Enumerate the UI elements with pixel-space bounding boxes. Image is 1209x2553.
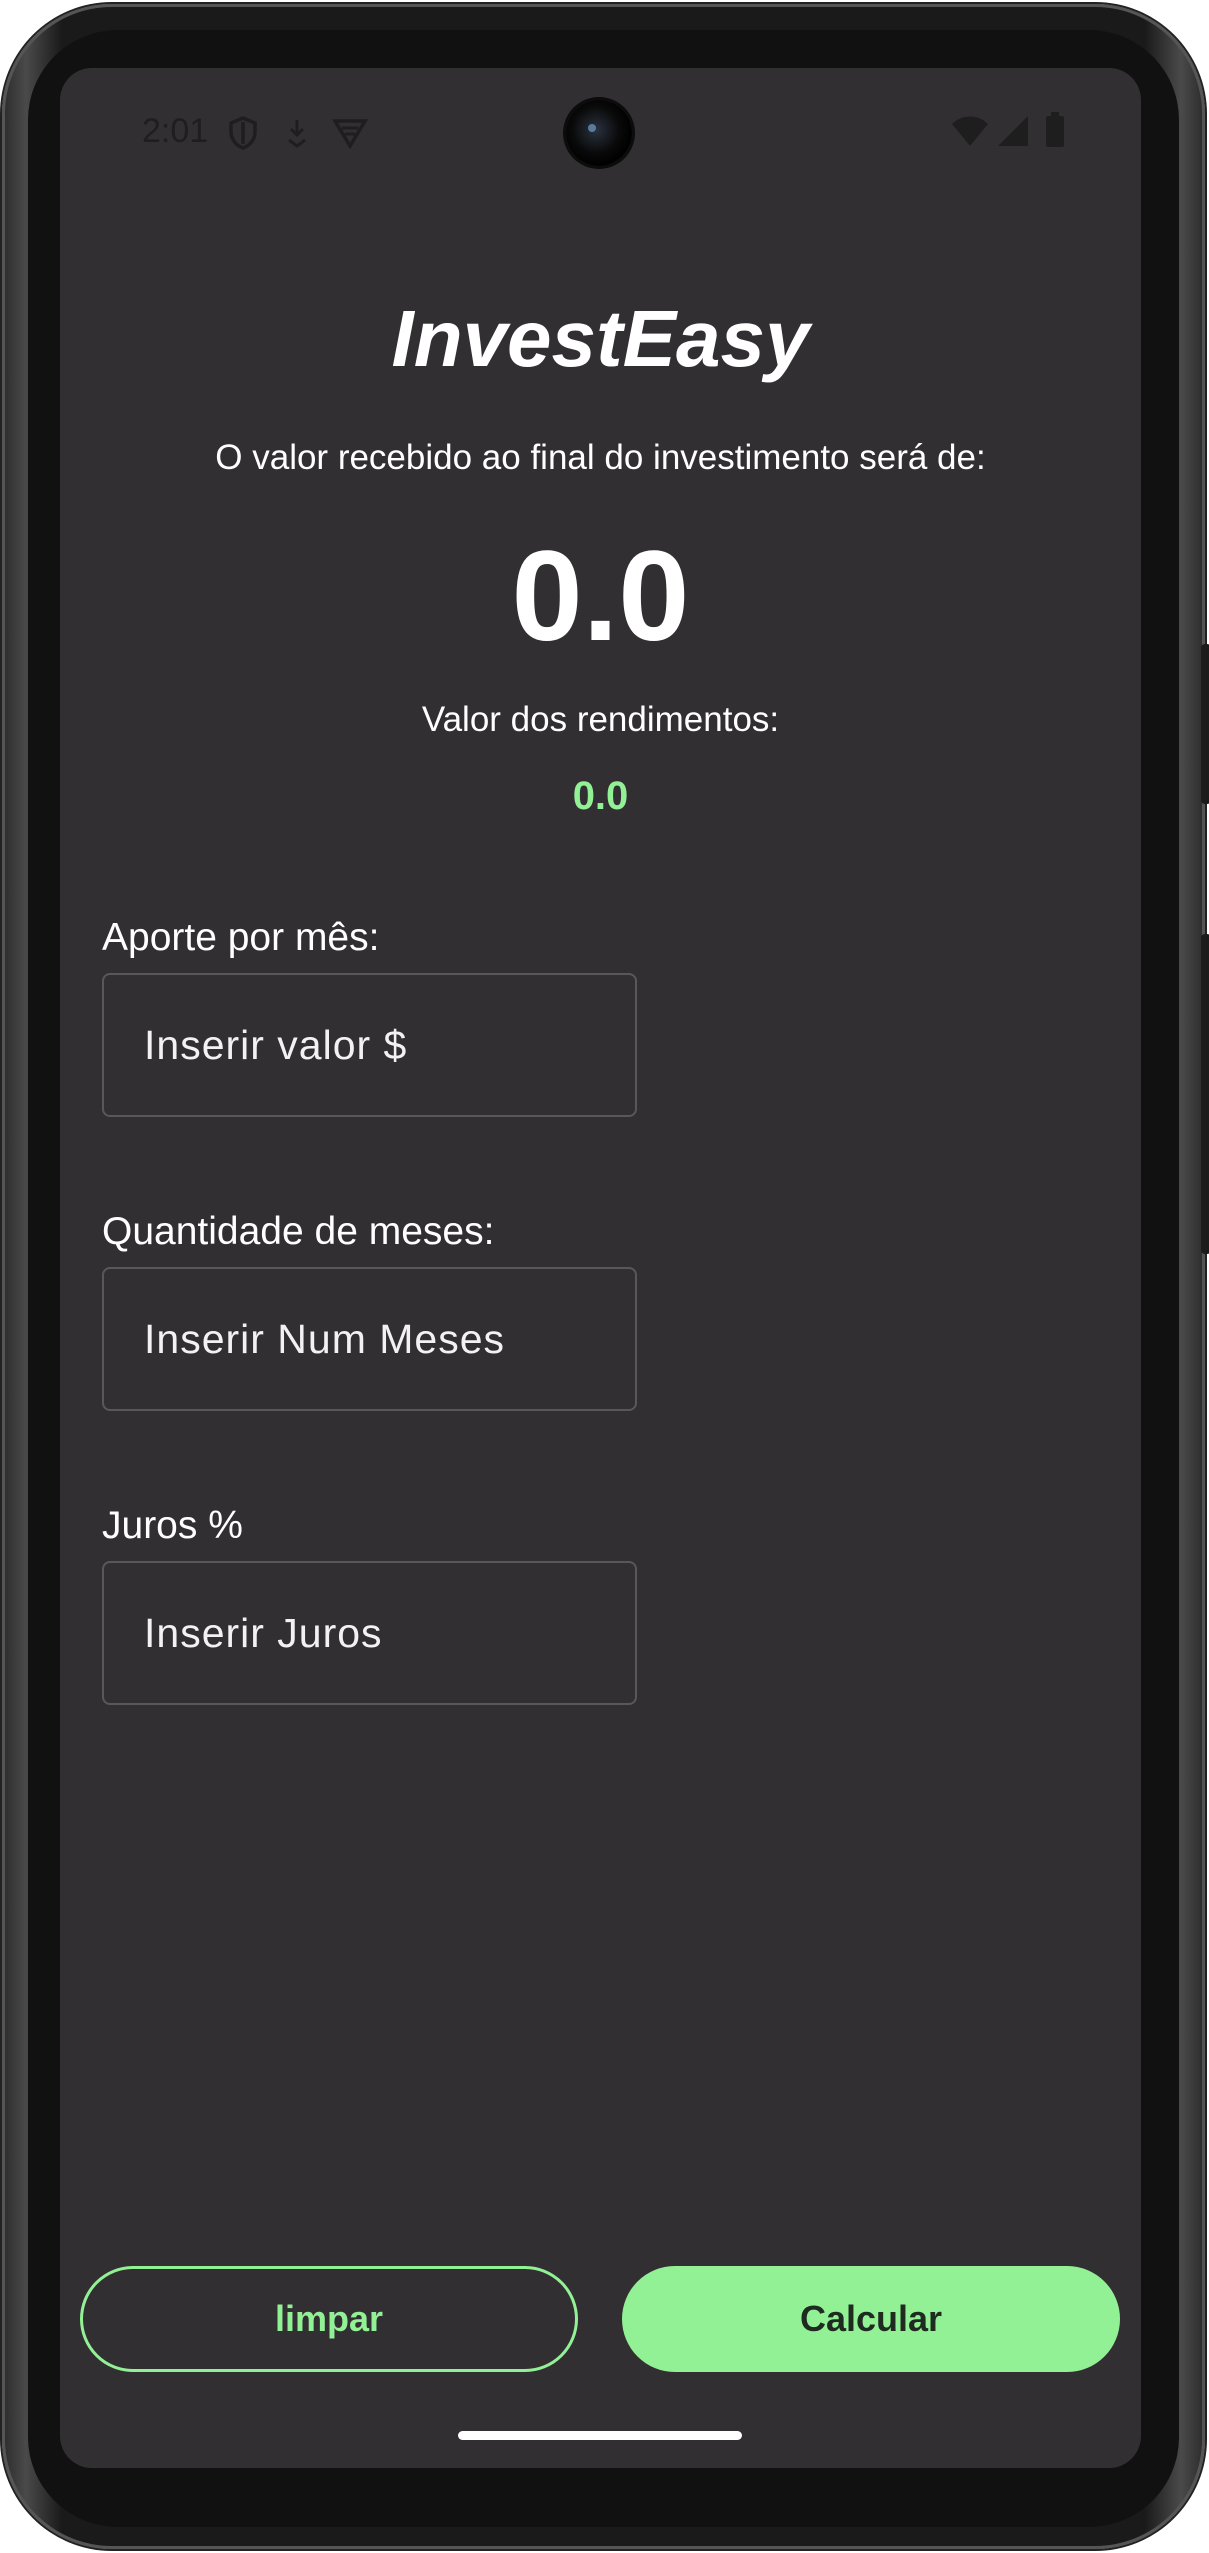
status-time: 2:01	[142, 112, 209, 150]
volume-button	[1201, 644, 1209, 804]
app-title: InvestEasy	[391, 294, 810, 383]
shield-icon	[228, 116, 258, 155]
result-caption: O valor recebido ao final do investiment…	[215, 438, 986, 477]
months-input[interactable]	[102, 1267, 637, 1411]
final-value: 0.0	[511, 525, 690, 668]
app-screen: 2:01 InvestEasy O valor recebido ao fina…	[60, 68, 1141, 2468]
monthly-contribution-input[interactable]	[102, 973, 637, 1117]
front-camera	[566, 100, 632, 166]
yield-caption: Valor dos rendimentos:	[421, 700, 780, 739]
cellular-signal-icon	[996, 114, 1030, 153]
vpn-icon	[331, 116, 369, 155]
phone-frame: 2:01 InvestEasy O valor recebido ao fina…	[0, 0, 1209, 2553]
monthly-contribution-label: Aporte por mês:	[102, 916, 380, 959]
wifi-icon	[950, 114, 990, 153]
yield-value: 0.0	[572, 774, 629, 818]
battery-icon	[1045, 112, 1065, 153]
gesture-nav-handle[interactable]	[458, 2431, 742, 2440]
interest-label: Juros %	[102, 1504, 243, 1547]
interest-input[interactable]	[102, 1561, 637, 1705]
camera-lens	[588, 124, 596, 132]
months-label: Quantidade de meses:	[102, 1210, 495, 1253]
download-notification-icon	[284, 116, 310, 155]
calculate-button[interactable]: Calcular	[622, 2266, 1120, 2372]
power-button	[1201, 934, 1209, 1254]
clear-button[interactable]: limpar	[80, 2266, 578, 2372]
